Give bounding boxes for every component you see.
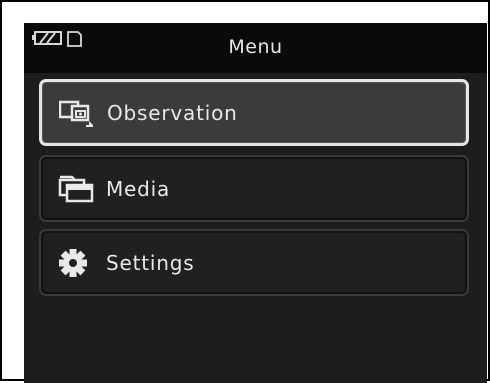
header-bar: Menu	[24, 23, 487, 73]
menu-item-label: Observation	[107, 100, 238, 125]
gear-icon	[58, 247, 96, 279]
menu-item-observation[interactable]: Observation	[39, 79, 469, 146]
menu-item-label: Settings	[106, 250, 195, 275]
menu-item-settings[interactable]: Settings	[39, 229, 469, 296]
camera-screen: Menu Observation Media Settings	[24, 23, 487, 383]
device-frame: Menu Observation Media Settings	[0, 0, 490, 383]
page-title: Menu	[228, 36, 283, 58]
menu-item-media[interactable]: Media	[39, 155, 469, 222]
menu-item-label: Media	[106, 176, 171, 201]
media-icon	[58, 173, 96, 205]
observation-icon	[58, 97, 97, 129]
